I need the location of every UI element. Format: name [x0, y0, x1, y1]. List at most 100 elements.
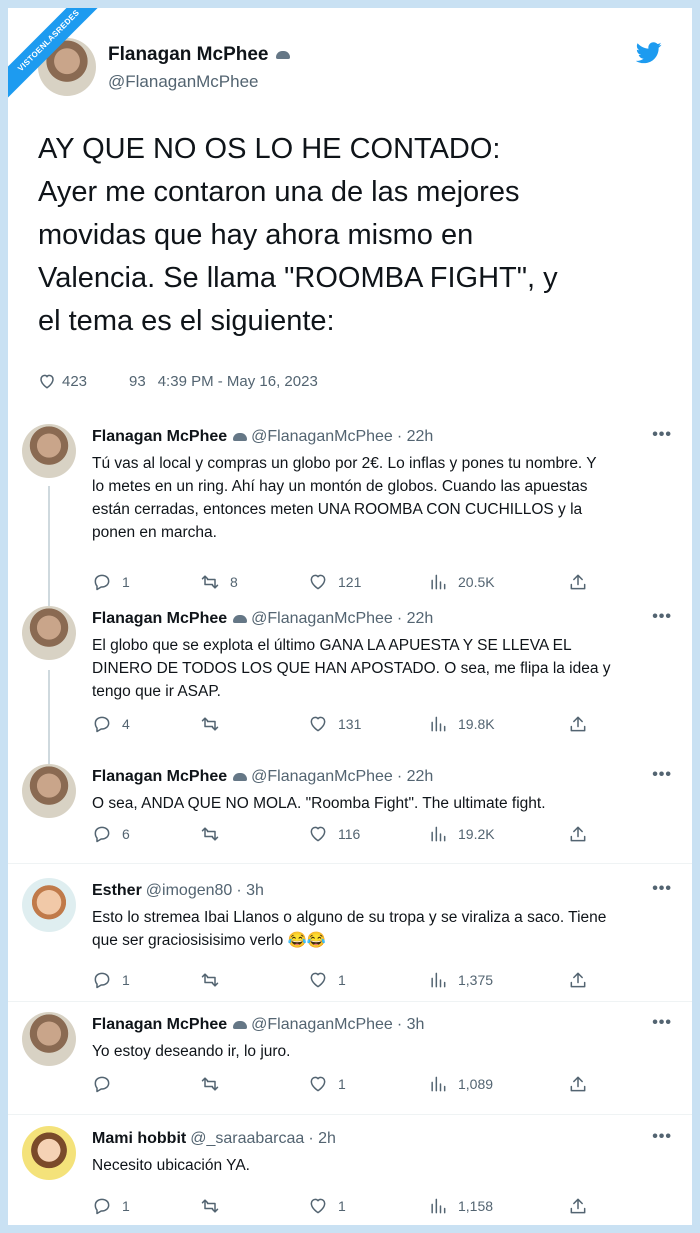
avatar[interactable] [22, 424, 76, 478]
more-options-icon[interactable]: ••• [652, 608, 672, 626]
reply-time[interactable]: · 22h [397, 428, 433, 446]
views-action[interactable]: 1,089 [428, 1074, 493, 1094]
author-handle[interactable]: @imogen80 [146, 882, 233, 900]
like-action[interactable]: 1 [308, 970, 346, 990]
reply-tweet[interactable]: Mami hobbit @_saraabarcaa · 2h ••• Necesito … [8, 1126, 692, 1222]
like-action[interactable]: 116 [308, 824, 360, 844]
author-name[interactable]: Flanagan McPhee [92, 1016, 227, 1034]
views-action[interactable]: 1,158 [428, 1196, 493, 1216]
retweet-icon[interactable] [200, 970, 220, 990]
avatar[interactable] [22, 1126, 76, 1180]
share-icon[interactable] [568, 572, 588, 592]
share-action[interactable] [568, 970, 588, 990]
heart-icon[interactable] [308, 1074, 328, 1094]
like-action[interactable]: 1 [308, 1196, 346, 1216]
more-options-icon[interactable]: ••• [652, 426, 672, 444]
heart-icon[interactable] [308, 824, 328, 844]
author-name[interactable]: Flanagan McPhee [92, 768, 227, 786]
views-icon[interactable] [428, 1196, 448, 1216]
retweet-icon[interactable] [200, 824, 220, 844]
like-action[interactable]: 121 [308, 572, 361, 592]
avatar[interactable] [22, 764, 76, 818]
author-name[interactable]: Flanagan McPhee [108, 44, 290, 66]
reply-action[interactable]: 1 [92, 970, 130, 990]
retweet-action[interactable] [200, 1196, 220, 1216]
retweet-action[interactable] [200, 1074, 220, 1094]
like-count[interactable]: 423 [62, 373, 87, 390]
like-action[interactable]: 1 [308, 1074, 346, 1094]
share-action[interactable] [568, 1074, 588, 1094]
reply-tweet[interactable]: Flanagan McPhee @FlanaganMcPhee · 22h ••• O … [8, 764, 692, 850]
reply-action[interactable]: 6 [92, 824, 130, 844]
author-handle[interactable]: @FlanaganMcPhee [251, 768, 393, 786]
views-icon[interactable] [428, 970, 448, 990]
views-icon[interactable] [428, 714, 448, 734]
reply-icon[interactable] [92, 572, 112, 592]
reply-tweet[interactable]: Esther @imogen80 · 3h ••• Esto lo stremea Ib… [8, 878, 692, 996]
share-icon[interactable] [568, 714, 588, 734]
reply-tweet[interactable]: Flanagan McPhee @FlanaganMcPhee · 3h ••• Yo … [8, 1012, 692, 1100]
author-name[interactable]: Esther [92, 882, 142, 900]
retweet-icon[interactable] [200, 1074, 220, 1094]
reply-tweet[interactable]: Flanagan McPhee @FlanaganMcPhee · 22h ••• Tú… [8, 424, 692, 598]
share-icon[interactable] [568, 1196, 588, 1216]
more-options-icon[interactable]: ••• [652, 1128, 672, 1146]
twitter-bird-icon[interactable] [636, 42, 662, 64]
reply-icon[interactable] [92, 1196, 112, 1216]
reply-icon[interactable] [92, 1074, 112, 1094]
retweet-icon[interactable] [200, 714, 220, 734]
views-icon[interactable] [428, 572, 448, 592]
reply-icon[interactable] [92, 714, 112, 734]
reply-action[interactable]: 1 [92, 1196, 130, 1216]
reply-time[interactable]: · 22h [397, 768, 433, 786]
retweet-icon[interactable] [200, 572, 220, 592]
share-action[interactable] [568, 824, 588, 844]
reply-action[interactable]: 1 [92, 572, 130, 592]
heart-icon[interactable] [38, 372, 56, 390]
author-handle[interactable]: @FlanaganMcPhee [251, 428, 393, 446]
reply-action[interactable] [92, 1074, 112, 1094]
author-name[interactable]: Mami hobbit [92, 1130, 186, 1148]
author-handle[interactable]: @FlanaganMcPhee [251, 610, 393, 628]
reply-time[interactable]: · 3h [397, 1016, 425, 1034]
views-icon[interactable] [428, 1074, 448, 1094]
views-action[interactable]: 1,375 [428, 970, 493, 990]
avatar[interactable] [22, 878, 76, 932]
retweet-action[interactable] [200, 714, 220, 734]
author-handle[interactable]: @_saraabarcaa [190, 1130, 304, 1148]
heart-icon[interactable] [308, 572, 328, 592]
reply-time[interactable]: · 2h [308, 1130, 336, 1148]
more-options-icon[interactable]: ••• [652, 766, 672, 784]
retweet-count[interactable]: 93 [129, 373, 146, 390]
reply-action[interactable]: 4 [92, 714, 130, 734]
views-action[interactable]: 19.8K [428, 714, 495, 734]
share-action[interactable] [568, 572, 588, 592]
share-icon[interactable] [568, 824, 588, 844]
author-name[interactable]: Flanagan McPhee [92, 610, 227, 628]
reply-icon[interactable] [92, 824, 112, 844]
avatar[interactable] [22, 1012, 76, 1066]
views-action[interactable]: 19.2K [428, 824, 495, 844]
like-action[interactable]: 131 [308, 714, 361, 734]
retweet-action[interactable] [200, 824, 220, 844]
share-icon[interactable] [568, 1074, 588, 1094]
author-name[interactable]: Flanagan McPhee [92, 428, 227, 446]
reply-icon[interactable] [92, 970, 112, 990]
reply-time[interactable]: · 3h [236, 882, 264, 900]
author-handle[interactable]: @FlanaganMcPhee [251, 1016, 393, 1034]
views-icon[interactable] [428, 824, 448, 844]
retweet-action[interactable] [200, 970, 220, 990]
more-options-icon[interactable]: ••• [652, 880, 672, 898]
heart-icon[interactable] [308, 970, 328, 990]
heart-icon[interactable] [308, 714, 328, 734]
retweet-action[interactable]: 8 [200, 572, 238, 592]
views-action[interactable]: 20.5K [428, 572, 495, 592]
more-options-icon[interactable]: ••• [652, 1014, 672, 1032]
reply-tweet[interactable]: Flanagan McPhee @FlanaganMcPhee · 22h ••• El… [8, 606, 692, 740]
share-action[interactable] [568, 1196, 588, 1216]
share-action[interactable] [568, 714, 588, 734]
reply-time[interactable]: · 22h [397, 610, 433, 628]
share-icon[interactable] [568, 970, 588, 990]
retweet-icon[interactable] [200, 1196, 220, 1216]
heart-icon[interactable] [308, 1196, 328, 1216]
